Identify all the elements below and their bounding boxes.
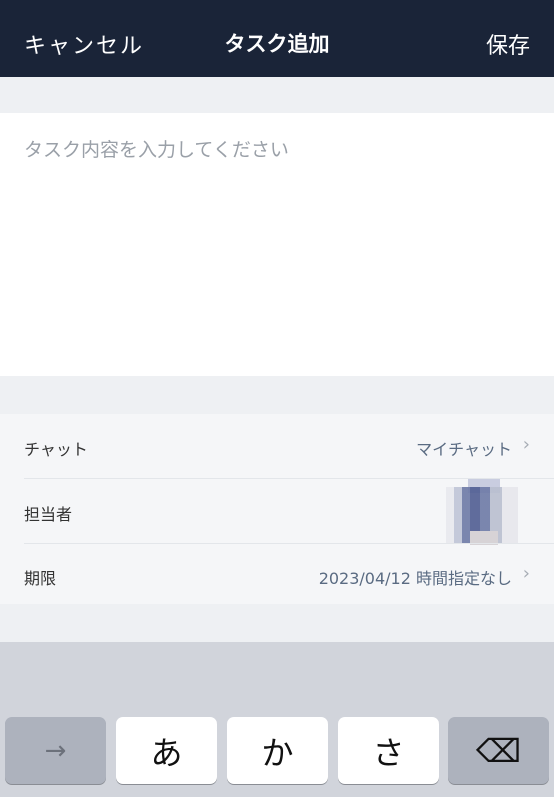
chevron-right-icon: › <box>522 434 530 455</box>
save-button[interactable]: 保存 <box>486 28 530 60</box>
task-content-input[interactable] <box>0 113 554 376</box>
deadline-row[interactable]: 期限 2023/04/12 時間指定なし › <box>0 543 554 604</box>
chat-row[interactable]: チャット マイチャット › <box>0 414 554 478</box>
section-spacer <box>0 376 554 414</box>
chevron-right-icon: › <box>522 563 530 584</box>
nav-bar: キャンセル タスク追加 保存 <box>0 0 554 77</box>
deadline-label: 期限 <box>24 569 57 588</box>
arrow-key[interactable]: → <box>5 717 106 784</box>
section-spacer <box>0 604 554 642</box>
key-ka[interactable]: か <box>227 717 328 784</box>
page-title: タスク追加 <box>224 32 330 56</box>
assignee-row[interactable]: 担当者 <box>0 479 554 545</box>
backspace-icon: ⌫ <box>475 731 522 770</box>
key-a[interactable]: あ <box>116 717 217 784</box>
assignee-label: 担当者 <box>24 505 73 524</box>
key-sa[interactable]: さ <box>338 717 439 784</box>
chat-label: チャット <box>24 440 88 459</box>
chat-value: マイチャット <box>416 440 512 459</box>
section-spacer <box>0 77 554 113</box>
keyboard: → あ か さ ⌫ <box>0 642 554 797</box>
deadline-value: 2023/04/12 時間指定なし <box>318 569 512 588</box>
delete-key[interactable]: ⌫ <box>448 717 549 784</box>
task-settings-list: チャット マイチャット › 担当者 期限 2023/04/12 時間指定なし › <box>0 414 554 604</box>
task-content-area <box>0 113 554 376</box>
